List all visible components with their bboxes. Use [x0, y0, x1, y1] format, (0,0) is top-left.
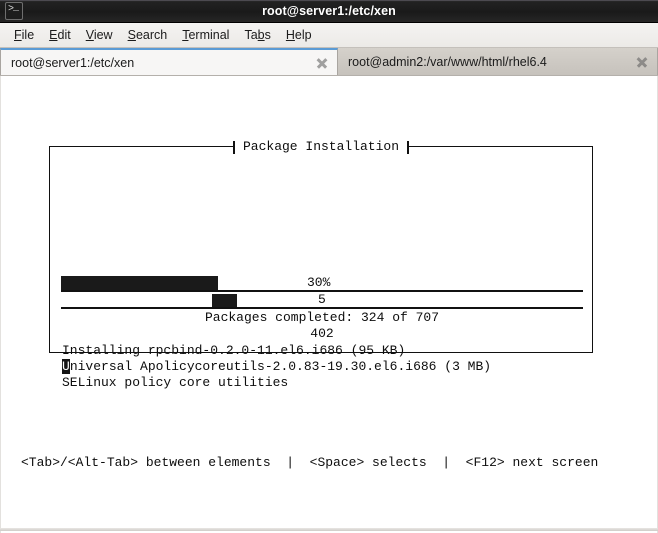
- menu-label-search-rest: earch: [135, 28, 168, 42]
- progress-bar-total-label: 30%: [307, 275, 331, 290]
- packages-completed-text: Packages completed: 324 of 707: [204, 310, 440, 325]
- tab-label-inactive: root@admin2:/var/www/html/rhel6.4: [348, 54, 547, 69]
- menu-label-tabs-pre: Ta: [244, 28, 258, 42]
- close-icon[interactable]: [635, 55, 649, 69]
- package-description-text: SELinux policy core utilities: [62, 375, 289, 390]
- window-title: root@server1:/etc/xen: [262, 4, 396, 18]
- package-installation-dialog: Package Installation 30% 5 Packages comp…: [49, 139, 593, 390]
- menu-label-tabs-post: s: [264, 28, 271, 42]
- menu-item-tabs[interactable]: Tabs: [237, 26, 277, 44]
- dialog-title-cap-left: [232, 140, 235, 154]
- menu-item-edit[interactable]: Edit: [42, 26, 78, 44]
- menu-label-edit-rest: dit: [57, 28, 71, 42]
- window-titlebar[interactable]: root@server1:/etc/xen: [0, 0, 658, 23]
- progress-bar-current-label: 5: [318, 292, 326, 307]
- menu-item-file[interactable]: File: [7, 26, 41, 44]
- dialog-title-text: Package Installation: [234, 139, 408, 155]
- close-icon[interactable]: [315, 56, 329, 70]
- current-package-text: Universal Apolicycoreutils-2.0.83-19.30.…: [62, 359, 491, 375]
- dialog-title: Package Installation: [50, 138, 592, 156]
- progress-bar-total-fill: [61, 276, 218, 290]
- terminal-cursor: U: [62, 359, 70, 374]
- tab-root-server1[interactable]: root@server1:/etc/xen: [0, 48, 338, 75]
- menubar: File Edit View Search Terminal Tabs Help: [0, 23, 658, 48]
- progress-bar-current-fill: [212, 294, 237, 307]
- progress-bar-current: 5: [61, 293, 583, 309]
- bytes-count-text: 402: [310, 326, 334, 341]
- terminal-window: root@server1:/etc/xen File Edit View Sea…: [0, 0, 658, 533]
- current-package-rest: niversal Apolicycoreutils-2.0.83-19.30.e…: [69, 359, 492, 374]
- menu-item-view[interactable]: View: [79, 26, 120, 44]
- tabbar: root@server1:/etc/xen root@admin2:/var/w…: [0, 48, 658, 76]
- keyboard-hint-line: <Tab>/<Alt-Tab> between elements | <Spac…: [21, 455, 599, 470]
- menu-label-terminal-rest: erminal: [188, 28, 230, 42]
- installing-package-text: Installing rpcbind-0.2.0-11.el6.i686 (95…: [62, 343, 406, 358]
- tab-label-active: root@server1:/etc/xen: [11, 55, 135, 70]
- menu-label-view-rest: iew: [93, 28, 113, 42]
- progress-bar-total: 30%: [61, 276, 583, 292]
- terminal-icon: [5, 1, 23, 20]
- terminal-content[interactable]: Package Installation 30% 5 Packages comp…: [0, 76, 658, 533]
- menu-item-search[interactable]: Search: [121, 26, 175, 44]
- dialog-title-cap-right: [407, 140, 410, 154]
- menu-item-terminal[interactable]: Terminal: [175, 26, 236, 44]
- menu-label-help-rest: elp: [294, 28, 312, 42]
- menu-item-help[interactable]: Help: [279, 26, 319, 44]
- menu-label-file-rest: ile: [21, 28, 35, 42]
- tab-root-admin2[interactable]: root@admin2:/var/www/html/rhel6.4: [338, 48, 658, 75]
